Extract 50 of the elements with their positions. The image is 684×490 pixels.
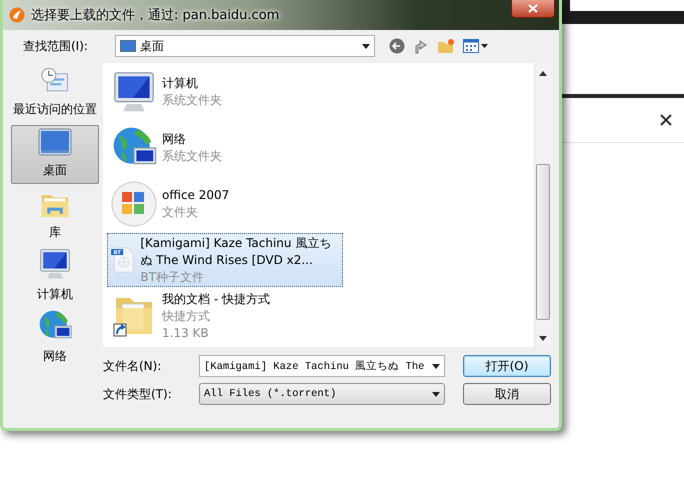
places-item[interactable]: 计算机	[11, 248, 99, 308]
file-name: 我的文档 - 快捷方式	[162, 290, 270, 308]
file-detail: BT种子文件	[140, 268, 205, 286]
desktop-icon	[120, 40, 136, 52]
close-icon	[528, 4, 538, 13]
file-detail: 系统文件夹	[162, 92, 222, 109]
dropdown-caret-icon	[362, 44, 370, 48]
file-name: [Kamigami] Kaze Tachinu 風立ちぬ The Wind Rises [DVD x2...	[140, 234, 332, 268]
places-item[interactable]: 库	[11, 186, 99, 246]
open-button[interactable]: 打开(O)	[463, 355, 551, 377]
places-label: 网络	[43, 348, 67, 365]
file-item[interactable]: 计算机 系统文件夹	[107, 65, 343, 119]
cancel-button[interactable]: 取消	[463, 383, 551, 405]
app-logo-icon	[9, 7, 25, 23]
file-type-label: 文件类型(T):	[103, 386, 173, 402]
file-name: 计算机	[162, 75, 199, 92]
file-name: 网络	[162, 131, 187, 148]
desktop-icon	[38, 128, 72, 158]
places-label: 最近访问的位置	[13, 101, 97, 118]
places-label: 计算机	[37, 286, 73, 303]
dropdown-caret-icon	[432, 392, 440, 396]
file-detail: 快捷方式	[162, 308, 211, 324]
file-detail: 文件夹	[162, 204, 199, 221]
places-item[interactable]: 网络	[11, 310, 99, 370]
places-label: 库	[49, 224, 61, 241]
up-folder-icon[interactable]	[413, 38, 429, 54]
file-name: office 2007	[162, 187, 230, 204]
scroll-up-arrow-icon[interactable]	[539, 71, 547, 76]
dropdown-caret-icon	[432, 364, 440, 368]
places-item[interactable]: 桌面	[11, 125, 99, 184]
close-button[interactable]	[511, 0, 555, 18]
office-logo-icon	[110, 180, 158, 228]
look-in-value: 桌面	[140, 38, 165, 54]
scroll-down-arrow-icon[interactable]	[539, 336, 547, 341]
file-name-field[interactable]: [Kamigami] Kaze Tachinu 風立ちぬ The	[199, 355, 445, 377]
file-detail: 1.13 KB	[162, 324, 210, 342]
look-in-label: 查找范围(I):	[22, 38, 89, 54]
close-icon[interactable]	[660, 114, 672, 126]
file-type-dropdown[interactable]: All Files (*.torrent)	[199, 383, 445, 405]
look-in-dropdown[interactable]: 桌面	[115, 35, 375, 57]
file-detail: 系统文件夹	[162, 148, 222, 165]
new-folder-icon[interactable]	[437, 38, 455, 54]
file-item[interactable]: 我的文档 - 快捷方式 快捷方式 1.13 KB	[107, 289, 343, 343]
view-menu-icon[interactable]	[463, 39, 488, 53]
places-label: 桌面	[43, 162, 67, 179]
file-name-label: 文件名(N):	[103, 358, 162, 374]
places-item[interactable]: 最近访问的位置	[11, 63, 99, 123]
file-item[interactable]: office 2007 文件夹	[107, 177, 343, 231]
window-title: 选择要上载的文件，通过: pan.baidu.com	[31, 7, 280, 24]
file-item[interactable]: 网络 系统文件夹	[107, 121, 343, 175]
